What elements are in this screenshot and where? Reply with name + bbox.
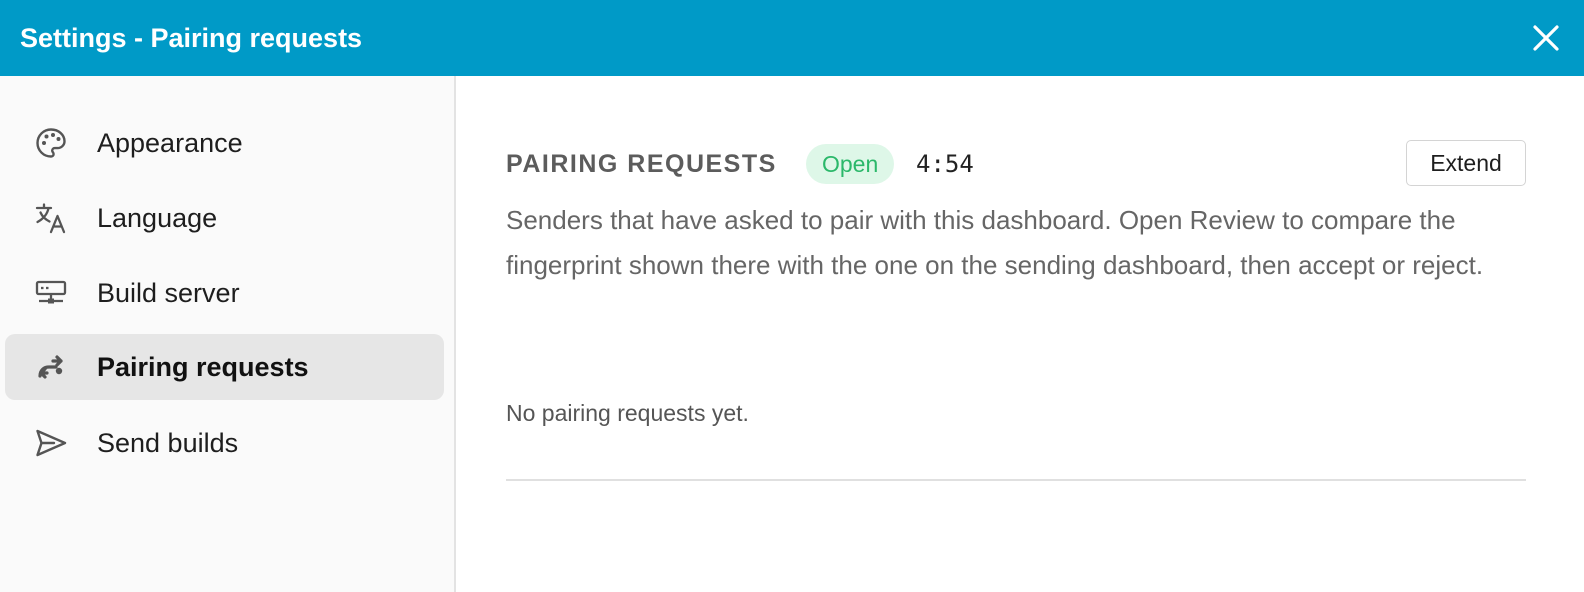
window-title: Settings - Pairing requests: [20, 23, 363, 53]
sidebar-item-build-server[interactable]: Build server: [5, 260, 444, 326]
sidebar-item-label: Build server: [97, 278, 240, 308]
settings-window: Settings - Pairing requests Appearance L…: [0, 0, 1584, 592]
sidebar-item-appearance[interactable]: Appearance: [5, 110, 444, 176]
empty-state-message: No pairing requests yet.: [506, 400, 749, 426]
section-title: PAIRING REQUESTS: [506, 150, 777, 178]
sidebar-item-label: Language: [97, 203, 218, 233]
palette-icon: [34, 126, 68, 160]
send-icon: [34, 426, 68, 460]
settings-sidebar: Appearance Language Build server Pairing…: [0, 76, 456, 592]
section-header: PAIRING REQUESTS Open 4:54 Extend: [506, 140, 1526, 186]
countdown-timer: 4:54: [916, 150, 974, 178]
translate-icon: [34, 201, 68, 235]
sidebar-item-send-builds[interactable]: Send builds: [5, 410, 444, 476]
sidebar-item-language[interactable]: Language: [5, 185, 444, 251]
section-description: Senders that have asked to pair with thi…: [506, 205, 1484, 280]
extend-button[interactable]: Extend: [1406, 140, 1526, 186]
sidebar-item-label: Send builds: [97, 428, 239, 458]
sidebar-item-pairing-requests[interactable]: Pairing requests: [5, 334, 444, 400]
pairing-requests-panel: PAIRING REQUESTS Open 4:54 Extend Sender…: [458, 76, 1584, 592]
sidebar-item-label: Pairing requests: [97, 352, 309, 382]
title-bar: Settings - Pairing requests: [0, 0, 1584, 76]
pairing-icon: [34, 350, 68, 384]
close-button[interactable]: [1528, 20, 1564, 56]
close-icon: [1533, 25, 1559, 51]
status-badge: Open: [806, 144, 895, 184]
divider: [506, 479, 1526, 481]
sidebar-item-label: Appearance: [97, 128, 243, 158]
server-icon: [34, 276, 68, 310]
